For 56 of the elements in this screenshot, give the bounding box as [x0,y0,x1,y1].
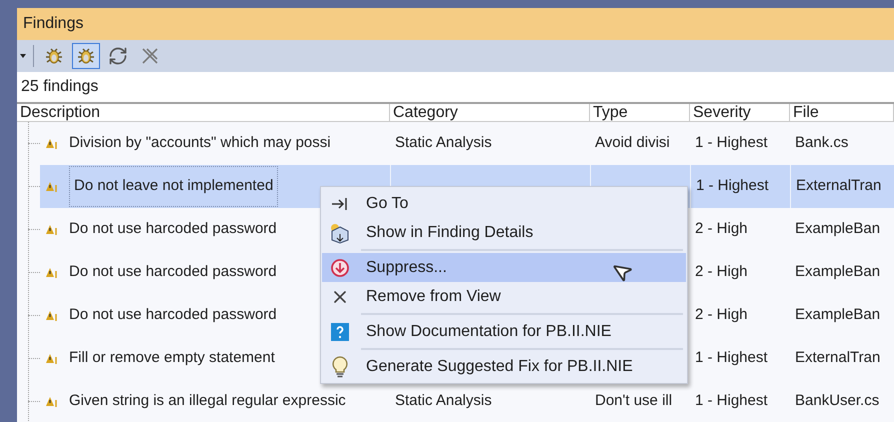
lightbulb-icon [331,356,349,378]
column-header[interactable]: Category [390,104,590,121]
dropdown-caret-icon[interactable] [19,53,27,59]
bug-icon [76,46,96,66]
table-cell-text: Do not use harcoded password [69,219,277,240]
table-cell-text: ExampleBan [795,262,880,282]
warning-icon [45,266,59,278]
details-icon [329,222,351,244]
table-cell-text: 2 - High [695,305,748,326]
column-header[interactable]: Type [590,104,690,121]
warning-icon [45,180,59,192]
down-arrow-circle-icon [330,258,350,278]
table-cell-text: 1 - Highest [696,176,769,196]
warning-icon [45,138,59,150]
bug-icon [44,46,64,66]
table-cell-text: Do not use harcoded password [69,262,277,282]
table-cell-text: Static Analysis [395,391,492,412]
table-cell-text: 2 - High [695,219,748,240]
warning-icon [45,396,59,408]
column-header[interactable]: File [790,104,894,121]
table-cell-text: 2 - High [695,262,748,282]
panel-title: Findings [23,14,84,34]
menu-item[interactable]: Generate Suggested Fix for PB.II.NIE [322,352,686,381]
toolbar-button[interactable] [72,43,100,69]
menu-item[interactable]: Suppress... [322,253,686,282]
warning-icon [45,310,59,322]
table-cell-text: Do not use harcoded password [69,305,277,326]
table-cell-text: ExternalTran [796,176,882,196]
help-icon [331,322,349,340]
table-cell-text: Bank.cs [795,133,848,154]
table-cell-text: Division by "accounts" which may possi [69,133,331,154]
warning-icon [45,352,59,364]
table-cell-text: Fill or remove empty statement [69,348,275,368]
findings-count: 25 findings [21,77,98,97]
table-cell-text: 1 - Highest [695,391,768,412]
table-cell-text: BankUser.cs [795,391,880,412]
arrow-to-bar-icon [330,196,350,212]
table-cell-text: Don't use ill [595,391,672,412]
table-cell-text: Avoid divisi [595,133,670,154]
table-cell: Do not leave not implemented [69,166,278,207]
table-cell-text: 1 - Highest [695,133,768,154]
menu-item[interactable]: Show Documentation for PB.II.NIE [322,317,686,346]
refresh-icon [108,46,128,66]
menu-item[interactable]: Remove from View [322,282,686,311]
menu-item[interactable]: Show in Finding Details [322,218,686,247]
warning-icon [45,224,59,236]
table-cell-text: ExampleBan [795,305,880,326]
table-cell-text: Static Analysis [395,133,492,154]
column-header[interactable]: Severity [690,104,790,121]
table-cell-text: Given string is an illegal regular expressic [69,391,346,412]
table-cell-text: 1 - Highest [695,348,768,368]
column-header[interactable]: Description [17,104,390,121]
menu-item[interactable]: Go To [322,189,686,218]
clear-icon [140,46,160,66]
table-cell-text: ExternalTran [795,348,880,368]
table-cell-text: ExampleBan [795,219,880,240]
